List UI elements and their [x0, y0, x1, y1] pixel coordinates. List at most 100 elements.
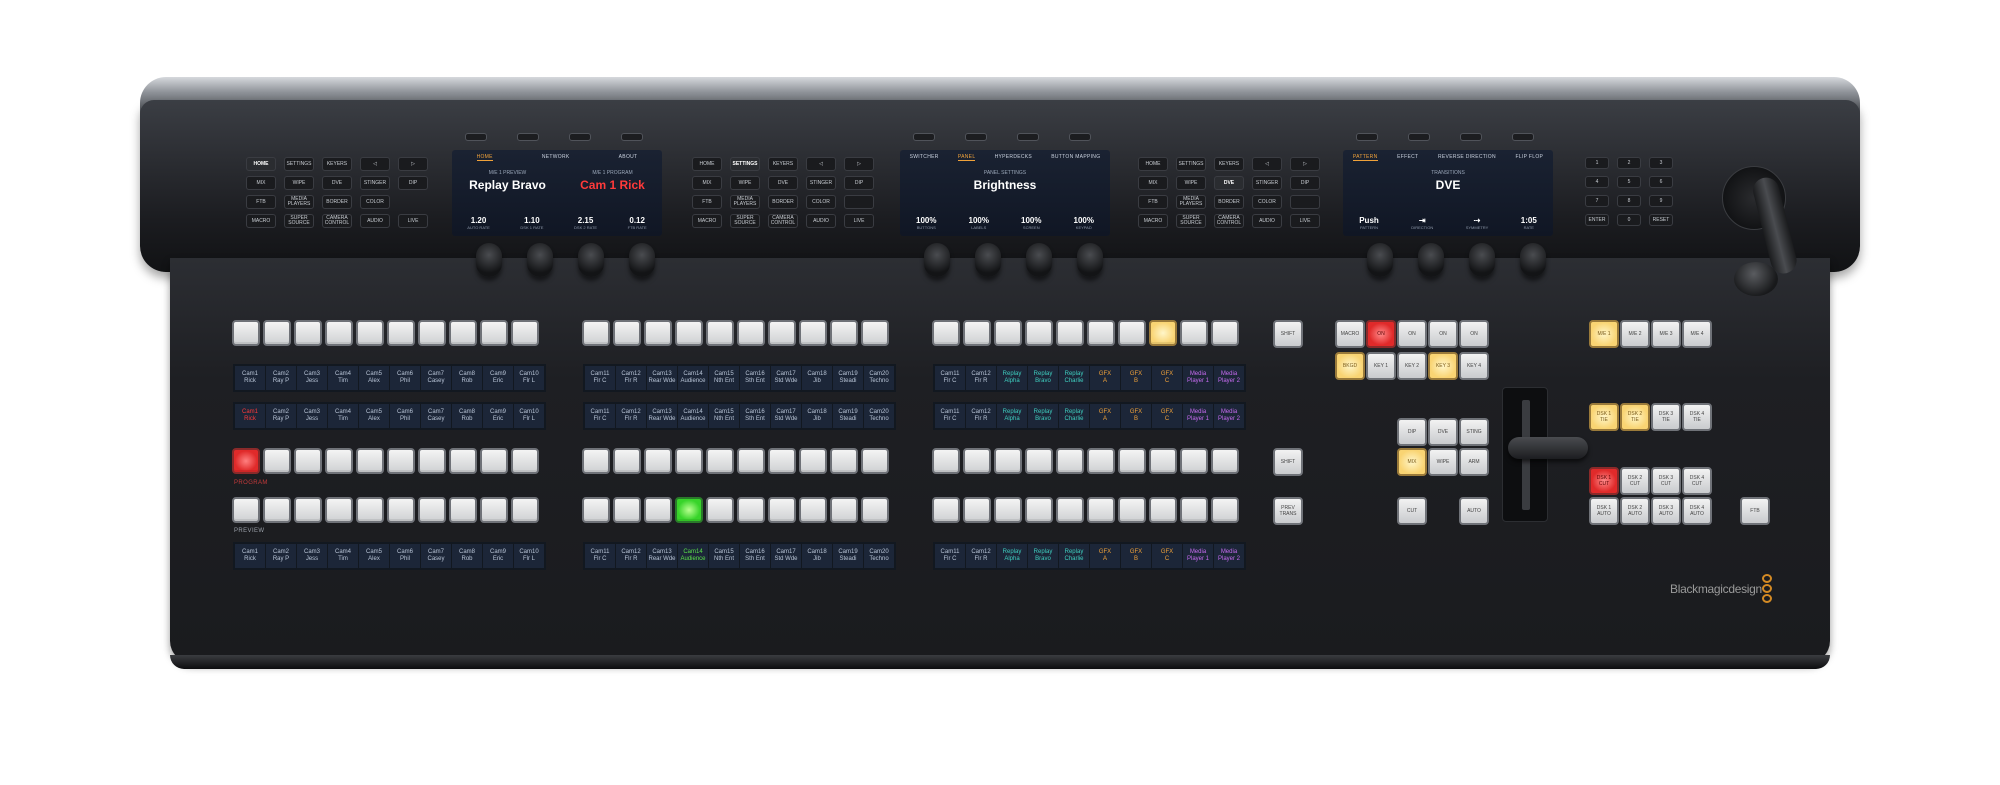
preview-source-button[interactable] — [1180, 497, 1208, 523]
aux-source-button[interactable] — [1118, 320, 1146, 346]
control-key-2-1-1[interactable]: WIPE — [1176, 176, 1206, 190]
program-source-button[interactable] — [511, 448, 539, 474]
control-key-0-0-2[interactable]: KEYERS — [322, 157, 352, 171]
prev-trans-button[interactable]: PREV TRANS — [1273, 497, 1303, 525]
program-source-button[interactable] — [830, 448, 858, 474]
control-key-1-0-1[interactable]: SETTINGS — [730, 157, 760, 171]
lcd-knob-2-2[interactable] — [1469, 243, 1495, 277]
control-key-0-0-0[interactable]: HOME — [246, 157, 276, 171]
cut-button[interactable]: CUT — [1397, 497, 1427, 525]
program-source-button[interactable] — [1211, 448, 1239, 474]
control-key-2-2-1[interactable]: MEDIA PLAYERS — [1176, 195, 1206, 209]
aux-source-button[interactable] — [1087, 320, 1115, 346]
transition-style-button-0[interactable]: DIP — [1397, 418, 1427, 446]
control-key-0-2-3[interactable]: COLOR — [360, 195, 390, 209]
aux-source-button[interactable] — [1025, 320, 1053, 346]
preview-source-button[interactable] — [263, 497, 291, 523]
keypad-key-4[interactable]: 4 — [1585, 176, 1609, 188]
control-key-2-1-3[interactable]: STINGER — [1252, 176, 1282, 190]
program-source-button[interactable] — [675, 448, 703, 474]
program-source-button[interactable] — [932, 448, 960, 474]
control-key-0-0-1[interactable]: SETTINGS — [284, 157, 314, 171]
preview-source-button[interactable] — [1056, 497, 1084, 523]
preview-source-button[interactable] — [644, 497, 672, 523]
keyer-on-button-3[interactable]: ON — [1428, 320, 1458, 348]
preview-source-button[interactable] — [1087, 497, 1115, 523]
control-key-1-1-0[interactable]: MIX — [692, 176, 722, 190]
keypad-key-5[interactable]: 5 — [1617, 176, 1641, 188]
program-source-button[interactable] — [263, 448, 291, 474]
ftb-button[interactable]: FTB — [1740, 497, 1770, 525]
aux-source-button[interactable] — [768, 320, 796, 346]
program-source-button[interactable] — [1025, 448, 1053, 474]
lcd-tab[interactable]: PANEL — [957, 154, 976, 161]
control-key-0-3-3[interactable]: AUDIO — [360, 214, 390, 228]
preview-source-button[interactable] — [232, 497, 260, 523]
program-source-button[interactable] — [1087, 448, 1115, 474]
preview-source-button[interactable] — [799, 497, 827, 523]
lcd-soft-key-2-2[interactable] — [1460, 133, 1482, 141]
lcd-soft-key-2-1[interactable] — [1408, 133, 1430, 141]
lcd-soft-key-2-0[interactable] — [1356, 133, 1378, 141]
program-source-button[interactable] — [325, 448, 353, 474]
dsk-cut-button-0[interactable]: DSK 1 CUT — [1589, 467, 1619, 495]
me-select-button-2[interactable]: M/E 3 — [1651, 320, 1681, 348]
aux-source-button[interactable] — [1180, 320, 1208, 346]
control-key-0-1-4[interactable]: DIP — [398, 176, 428, 190]
lcd-soft-key-1-3[interactable] — [1069, 133, 1091, 141]
tbar-handle[interactable] — [1508, 437, 1588, 459]
keypad-key-reset[interactable]: RESET — [1649, 214, 1673, 226]
aux-source-button[interactable] — [1056, 320, 1084, 346]
preview-source-button[interactable] — [1118, 497, 1146, 523]
lcd-tab[interactable]: ABOUT — [619, 154, 638, 161]
dsk-cut-button-3[interactable]: DSK 4 CUT — [1682, 467, 1712, 495]
control-key-0-0-4[interactable]: ▷ — [398, 157, 428, 171]
program-source-button[interactable] — [861, 448, 889, 474]
aux-source-button[interactable] — [706, 320, 734, 346]
dsk-cut-button-1[interactable]: DSK 2 CUT — [1620, 467, 1650, 495]
program-source-button[interactable] — [356, 448, 384, 474]
keypad-key-6[interactable]: 6 — [1649, 176, 1673, 188]
aux-source-button[interactable] — [232, 320, 260, 346]
dsk-tie-button-0[interactable]: DSK 1 TIE — [1589, 403, 1619, 431]
control-key-2-3-4[interactable]: LIVE — [1290, 214, 1320, 228]
control-key-1-3-3[interactable]: AUDIO — [806, 214, 836, 228]
aux-source-button[interactable] — [263, 320, 291, 346]
control-key-0-3-4[interactable]: LIVE — [398, 214, 428, 228]
control-key-2-2-0[interactable]: FTB — [1138, 195, 1168, 209]
preview-source-button[interactable] — [737, 497, 765, 523]
program-source-button[interactable] — [613, 448, 641, 474]
program-source-button[interactable] — [387, 448, 415, 474]
lcd-soft-key-1-2[interactable] — [1017, 133, 1039, 141]
control-key-1-2-0[interactable]: FTB — [692, 195, 722, 209]
program-source-button[interactable] — [418, 448, 446, 474]
keyer-on-button-0[interactable]: MACRO — [1335, 320, 1365, 348]
lcd-knob-2-1[interactable] — [1418, 243, 1444, 277]
lcd-tab[interactable]: EFFECT — [1397, 154, 1418, 161]
control-key-0-1-0[interactable]: MIX — [246, 176, 276, 190]
shift-button[interactable]: SHIFT — [1273, 320, 1303, 348]
lcd-tab[interactable]: SWITCHER — [910, 154, 939, 161]
control-key-1-3-1[interactable]: SUPER SOURCE — [730, 214, 760, 228]
aux-source-button[interactable] — [861, 320, 889, 346]
control-key-0-1-3[interactable]: STINGER — [360, 176, 390, 190]
keypad-key-2[interactable]: 2 — [1617, 157, 1641, 169]
preview-source-button[interactable] — [1025, 497, 1053, 523]
control-key-1-1-4[interactable]: DIP — [844, 176, 874, 190]
lcd-knob-0-0[interactable] — [476, 243, 502, 277]
control-key-1-3-4[interactable]: LIVE — [844, 214, 874, 228]
keypad-key-7[interactable]: 7 — [1585, 195, 1609, 207]
preview-source-button[interactable] — [1211, 497, 1239, 523]
control-key-0-2-2[interactable]: BORDER — [322, 195, 352, 209]
keyer-select-button-3[interactable]: KEY 3 — [1428, 352, 1458, 380]
lcd-soft-key-1-1[interactable] — [965, 133, 987, 141]
preview-source-button[interactable] — [582, 497, 610, 523]
control-key-0-2-1[interactable]: MEDIA PLAYERS — [284, 195, 314, 209]
program-source-button[interactable] — [1180, 448, 1208, 474]
lcd-soft-key-0-1[interactable] — [517, 133, 539, 141]
lcd-soft-key-2-3[interactable] — [1512, 133, 1534, 141]
control-key-2-3-0[interactable]: MACRO — [1138, 214, 1168, 228]
lcd-soft-key-0-2[interactable] — [569, 133, 591, 141]
keyer-on-button-4[interactable]: ON — [1459, 320, 1489, 348]
control-key-2-0-4[interactable]: ▷ — [1290, 157, 1320, 171]
